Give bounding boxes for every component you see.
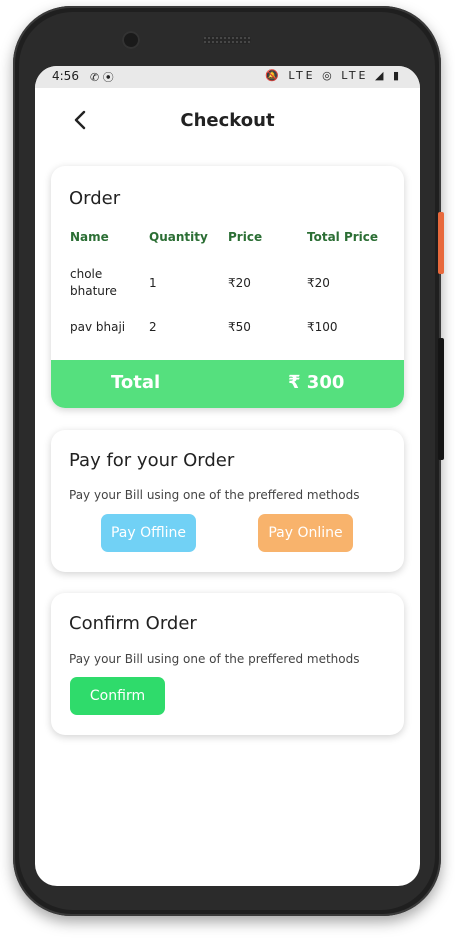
confirm-title: Confirm Order (69, 613, 197, 634)
volume-button (438, 338, 444, 460)
row-1-price: ₹20 (228, 276, 251, 290)
row-1-name: chole bhature (70, 267, 117, 298)
front-camera (122, 31, 140, 49)
column-header-quantity: Quantity (149, 230, 208, 244)
app-screen: 4:56 ✆ ⦿ 🔕 LTE ◎ LTE ◢ ▮ Checkout Order … (35, 66, 420, 886)
page-title: Checkout (180, 110, 275, 131)
app-header: Checkout (35, 96, 420, 146)
status-system-icons: 🔕 LTE ◎ LTE ◢ ▮ (265, 69, 402, 82)
status-call-icons: ✆ ⦿ (90, 71, 114, 84)
total-bar: Total ₹ 300 (51, 360, 404, 408)
payment-card: Pay for your Order Pay your Bill using o… (51, 430, 404, 572)
payment-title: Pay for your Order (69, 450, 235, 471)
order-title: Order (69, 188, 121, 209)
row-1-total: ₹20 (307, 276, 330, 290)
status-bar: 4:56 ✆ ⦿ 🔕 LTE ◎ LTE ◢ ▮ (35, 66, 420, 88)
row-2-quantity: 2 (149, 320, 157, 334)
payment-subtitle: Pay your Bill using one of the preffered… (69, 488, 360, 502)
confirm-button[interactable]: Confirm (70, 677, 165, 715)
column-header-total-price: Total Price (307, 230, 379, 244)
total-value: ₹ 300 (288, 372, 345, 393)
earpiece-speaker (203, 36, 251, 44)
order-card: Order Name Quantity Price Total Price ch… (51, 166, 404, 408)
confirm-card: Confirm Order Pay your Bill using one of… (51, 593, 404, 735)
column-header-price: Price (228, 230, 263, 244)
row-2-total: ₹100 (307, 320, 338, 334)
total-label: Total (111, 372, 161, 393)
pay-offline-button[interactable]: Pay Offline (101, 514, 196, 552)
pay-online-button[interactable]: Pay Online (258, 514, 353, 552)
power-button (438, 212, 444, 274)
row-2-name: pav bhaji (70, 320, 126, 334)
status-time: 4:56 (52, 69, 79, 83)
confirm-subtitle: Pay your Bill using one of the preffered… (69, 652, 360, 666)
row-1-quantity: 1 (149, 276, 157, 290)
column-header-name: Name (70, 230, 109, 244)
row-2-price: ₹50 (228, 320, 251, 334)
